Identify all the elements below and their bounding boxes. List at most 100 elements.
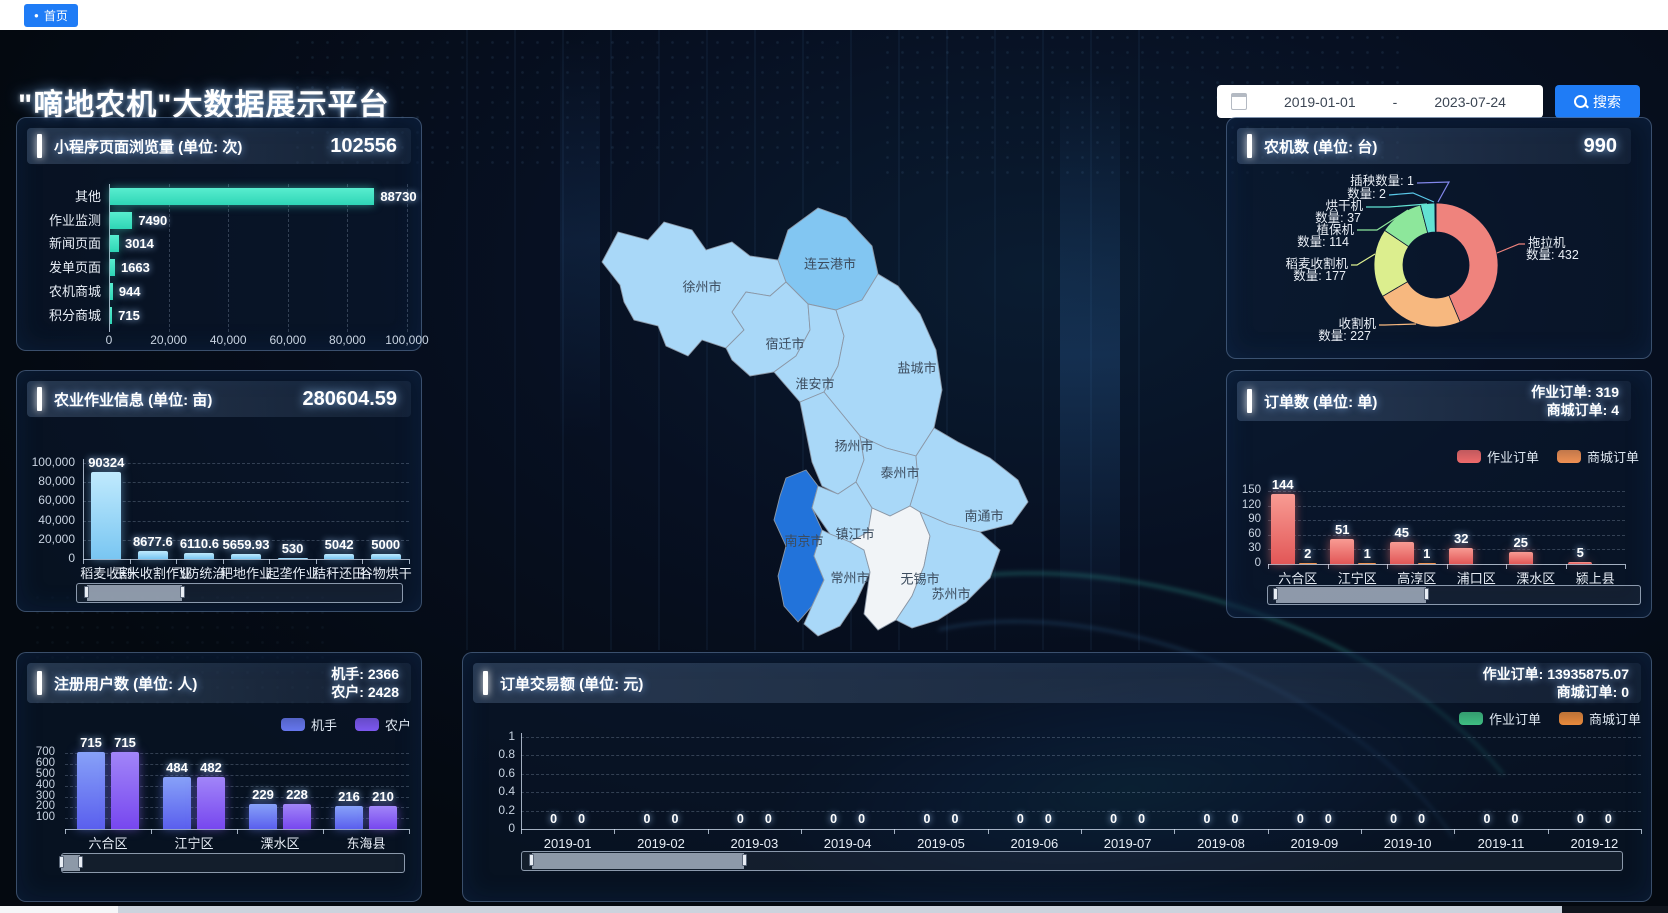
bar-value-label: 0: [738, 813, 798, 827]
legend-item-商城订单[interactable]: 商城订单: [1559, 709, 1641, 728]
bar-作业监测[interactable]: [110, 212, 132, 229]
y-axis-tick-label: 0.8: [473, 748, 515, 762]
date-range-picker[interactable]: 2019-01-01 - 2023-07-24: [1217, 85, 1543, 118]
bar-机手-东海县[interactable]: [335, 806, 363, 829]
page-views-chart[interactable]: 020,00040,00060,00080,000100,000其他88730作…: [17, 118, 421, 350]
data-zoom-handle-left[interactable]: [84, 586, 89, 598]
bar-作业量-耙地作业[interactable]: [231, 554, 261, 559]
bar-农机商城[interactable]: [110, 283, 113, 300]
bar-积分商城[interactable]: [110, 307, 112, 324]
date-start-input[interactable]: 2019-01-01: [1247, 94, 1393, 110]
data-zoom-selection[interactable]: [532, 853, 744, 869]
data-zoom-handle-right[interactable]: [78, 856, 83, 868]
data-zoom-slider[interactable]: [61, 853, 405, 873]
legend-item-作业订单[interactable]: 作业订单: [1457, 447, 1539, 466]
bar-作业量-起垄作业[interactable]: [278, 558, 308, 559]
category-label: 其他: [17, 190, 101, 204]
data-zoom-handle-left[interactable]: [529, 854, 534, 866]
y-axis-tick-label: 0.2: [473, 804, 515, 818]
bar-机手-溧水区[interactable]: [249, 804, 277, 829]
data-zoom-slider[interactable]: [76, 583, 403, 603]
bar-value-label: 0: [1392, 813, 1452, 827]
bar-机手-江宁区[interactable]: [163, 777, 191, 829]
x-axis-tick: [323, 829, 324, 834]
legend-swatch: [1459, 712, 1483, 725]
bar-商城订单-高淳区[interactable]: [1418, 563, 1436, 564]
x-axis-tick: [409, 829, 410, 834]
scrollbar-track[interactable]: [118, 906, 1562, 913]
x-axis-tick: [1566, 564, 1567, 569]
search-button[interactable]: 搜索: [1555, 85, 1640, 118]
legend-item-作业订单[interactable]: 作业订单: [1459, 709, 1541, 728]
orders-chart[interactable]: 作业订单商城订单0306090120150六合区1442江宁区511高淳区451…: [1227, 371, 1651, 617]
donut-label: 数量: 114: [1169, 236, 1349, 250]
y-axis-tick-label: 20,000: [17, 533, 75, 547]
data-zoom-selection[interactable]: [87, 585, 182, 601]
bar-作业量-玉米收割作业[interactable]: [138, 551, 168, 559]
date-end-input[interactable]: 2023-07-24: [1397, 94, 1543, 110]
bar-农户-江宁区[interactable]: [197, 777, 225, 829]
bar-作业量-秸秆还田[interactable]: [324, 554, 354, 559]
bar-商城订单-六合区[interactable]: [1299, 563, 1317, 564]
horizontal-scrollbar[interactable]: [0, 906, 1668, 913]
grid-line: [521, 774, 1641, 775]
bar-作业订单-颍上县[interactable]: [1568, 562, 1592, 564]
bar-value-label: 715: [118, 309, 140, 323]
data-zoom-slider[interactable]: [521, 851, 1623, 871]
x-axis-line: [83, 559, 409, 560]
bar-农户-溧水区[interactable]: [283, 804, 311, 829]
bar-作业订单-溧水区[interactable]: [1509, 552, 1533, 564]
legend-item-农户[interactable]: 农户: [355, 715, 411, 734]
scrollbar-thumb[interactable]: [0, 906, 118, 913]
bar-新闻页面[interactable]: [110, 235, 119, 252]
machines-donut-chart[interactable]: 插秧数量: 1数量: 2烘干机数量: 37植保机数量: 114稻麦收割机数量: …: [1227, 118, 1651, 358]
map-city-label-扬州市: 扬州市: [834, 436, 873, 455]
legend-swatch: [281, 718, 305, 731]
bar-其他[interactable]: [110, 188, 374, 205]
category-label: 新闻页面: [17, 237, 101, 251]
legend-swatch: [355, 718, 379, 731]
x-axis-tick: [1361, 829, 1362, 834]
legend-item-机手[interactable]: 机手: [281, 715, 337, 734]
farm-work-chart[interactable]: 020,00040,00060,00080,000100,000稻麦收割9032…: [17, 371, 421, 611]
data-zoom-handle-left[interactable]: [59, 856, 64, 868]
tab-home[interactable]: ● 首页: [24, 4, 78, 27]
map-city-label-南通市: 南通市: [964, 506, 1003, 525]
data-zoom-handle-right[interactable]: [742, 854, 747, 866]
x-axis-tick: [1454, 829, 1455, 834]
jiangsu-province-map: 徐州市连云港市宿迁市淮安市盐城市扬州市泰州市南通市南京市镇江市常州市无锡市苏州市: [560, 190, 1030, 640]
bar-value-label: 0: [1298, 813, 1358, 827]
bar-商城订单-江宁区[interactable]: [1358, 563, 1376, 564]
transactions-chart[interactable]: 作业订单商城订单00.20.40.60.812019-01002019-0200…: [463, 653, 1651, 901]
x-axis-tick: [1447, 564, 1448, 569]
legend-item-商城订单[interactable]: 商城订单: [1557, 447, 1639, 466]
x-axis-tick: [988, 829, 989, 834]
bar-农户-东海县[interactable]: [369, 806, 397, 829]
bar-value-label: 90324: [76, 456, 136, 470]
category-label: 作业监测: [17, 214, 101, 228]
data-zoom-slider[interactable]: [1267, 585, 1641, 605]
x-axis-tick: [130, 559, 131, 564]
bar-发单页面[interactable]: [110, 259, 115, 276]
data-zoom-handle-right[interactable]: [1424, 588, 1429, 600]
bar-作业量-飞防统治[interactable]: [184, 553, 214, 559]
data-zoom-handle-right[interactable]: [180, 586, 185, 598]
y-axis-tick-label: 700: [17, 746, 55, 759]
x-axis-tick-label: 60,000: [258, 334, 318, 348]
x-axis-tick: [237, 829, 238, 834]
map-city-label-宿迁市: 宿迁市: [765, 334, 804, 353]
bar-农户-六合区[interactable]: [111, 752, 139, 829]
bar-作业量-谷物烘干[interactable]: [371, 554, 401, 559]
bar-value-label: 228: [267, 788, 327, 802]
map-city-label-盐城市: 盐城市: [897, 358, 936, 377]
grid-line: [83, 521, 409, 522]
bar-作业订单-浦口区[interactable]: [1449, 548, 1473, 564]
bar-机手-六合区[interactable]: [77, 752, 105, 829]
grid-line: [521, 792, 1641, 793]
registered-users-chart[interactable]: 机手农户100200300400500600700六合区715715江宁区484…: [17, 653, 421, 901]
grid-line: [1268, 491, 1625, 492]
donut-label: 数量: 432: [1526, 249, 1579, 263]
bar-作业量-稻麦收割[interactable]: [91, 472, 121, 559]
data-zoom-selection[interactable]: [1276, 587, 1426, 603]
data-zoom-handle-left[interactable]: [1273, 588, 1278, 600]
